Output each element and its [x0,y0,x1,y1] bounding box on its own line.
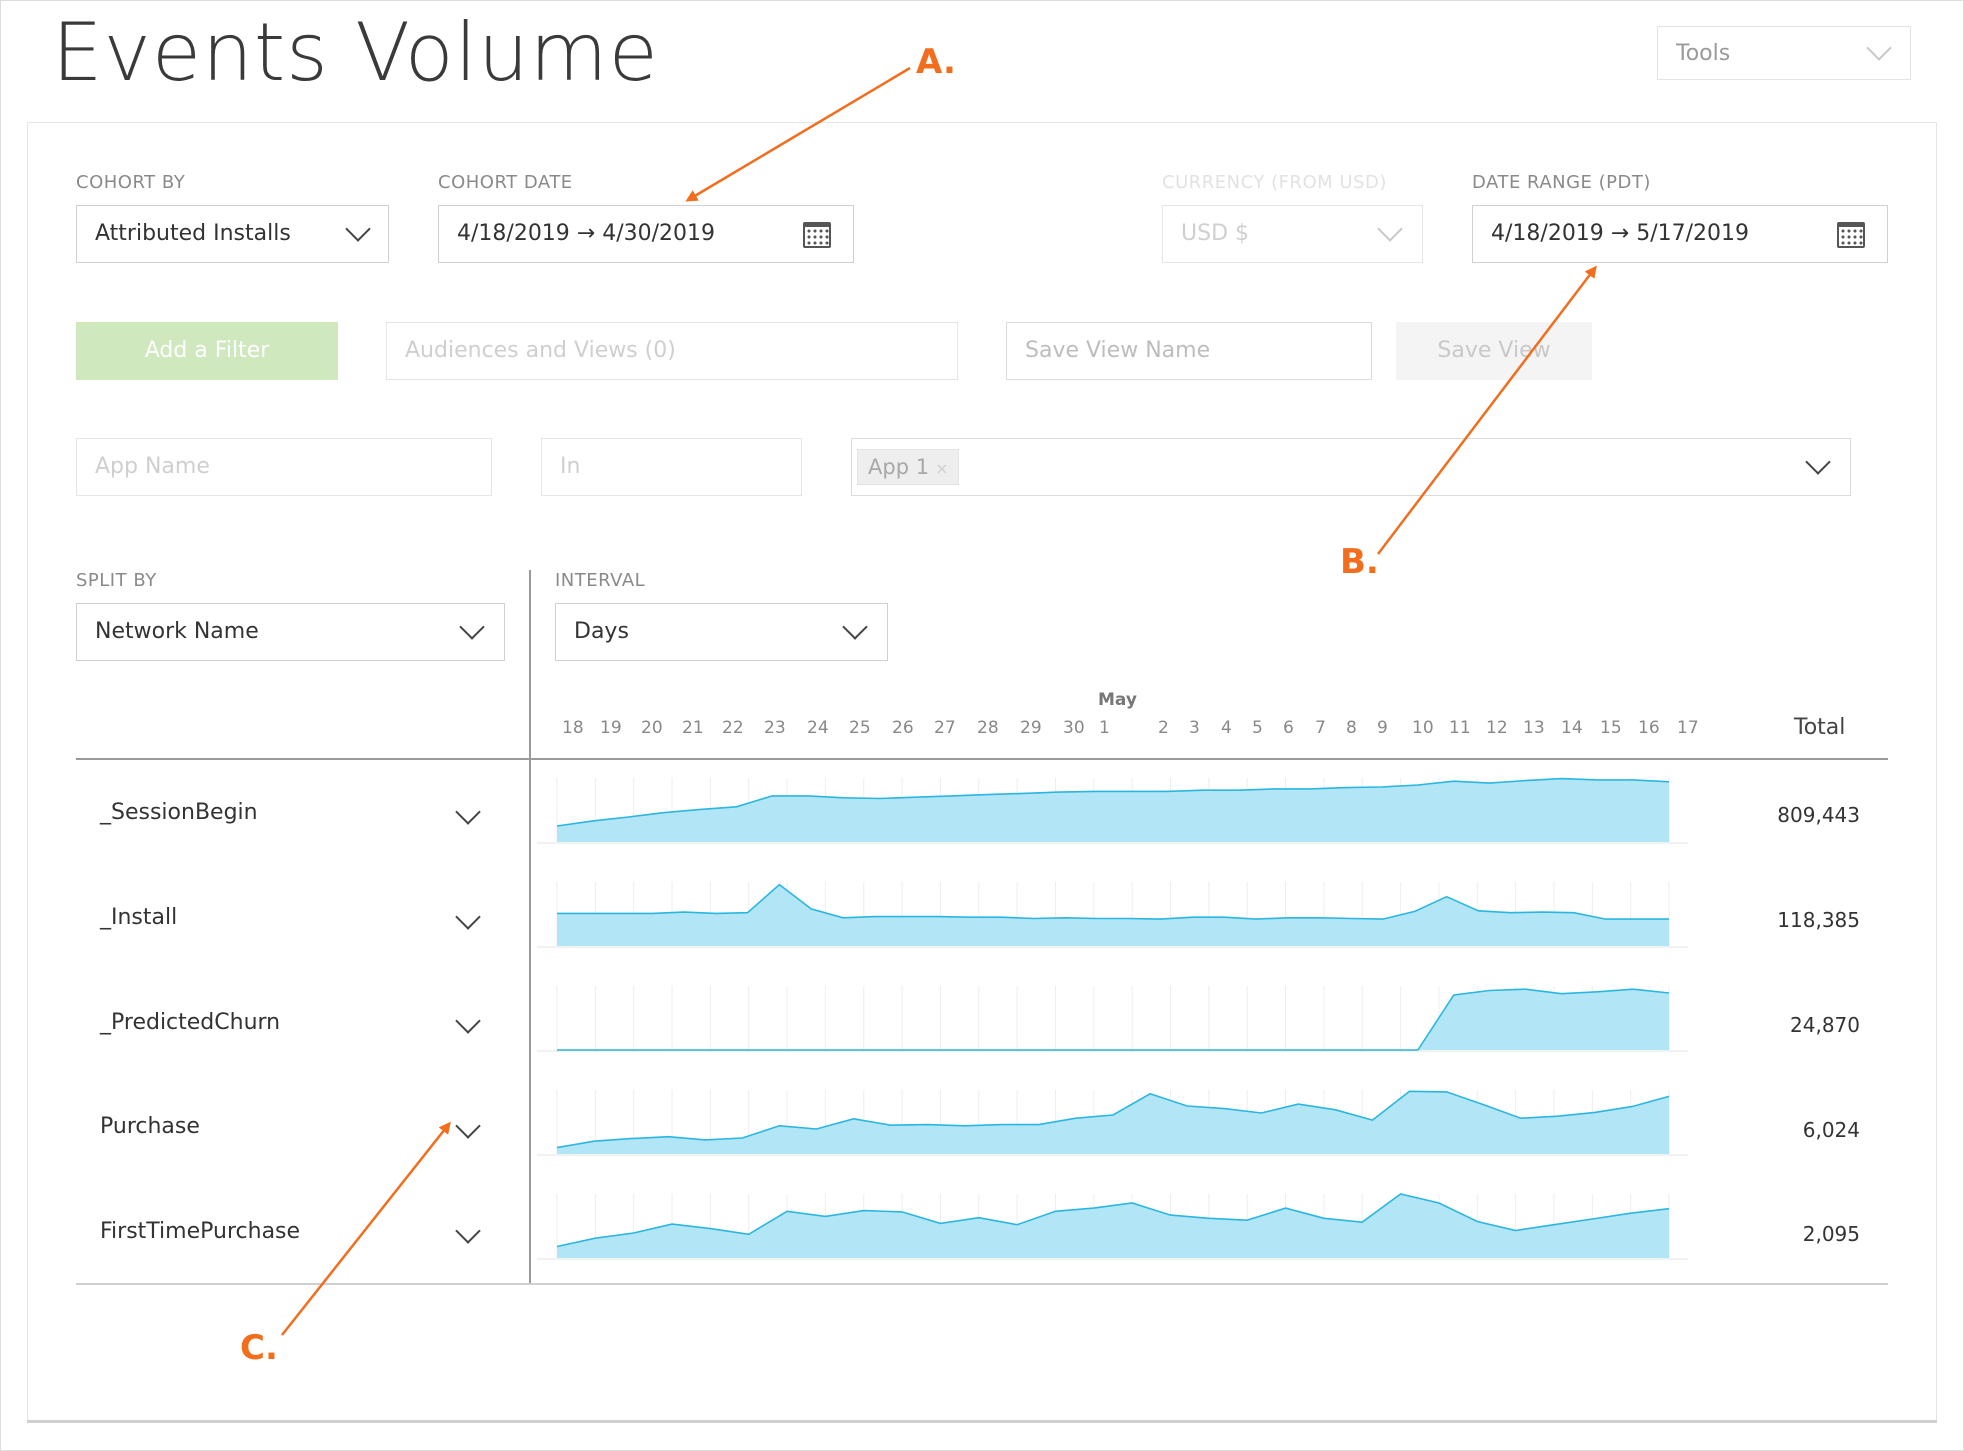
annotation-a: A. [916,42,956,82]
sparkline-area [557,989,1669,1050]
annotation-c-arrow [281,1121,451,1336]
sparkline-areas [556,777,1670,1258]
sparkline-area [557,1194,1669,1258]
annotation-a-arrow [685,66,911,202]
sparkline-area [557,778,1669,842]
annotation-b: B. [1340,542,1379,582]
sparkline-area [557,884,1669,946]
sparkline-area [557,1091,1669,1154]
annotation-b-arrow [1377,265,1597,555]
annotation-c: C. [240,1328,278,1368]
sparkline-layer [281,66,1688,1336]
